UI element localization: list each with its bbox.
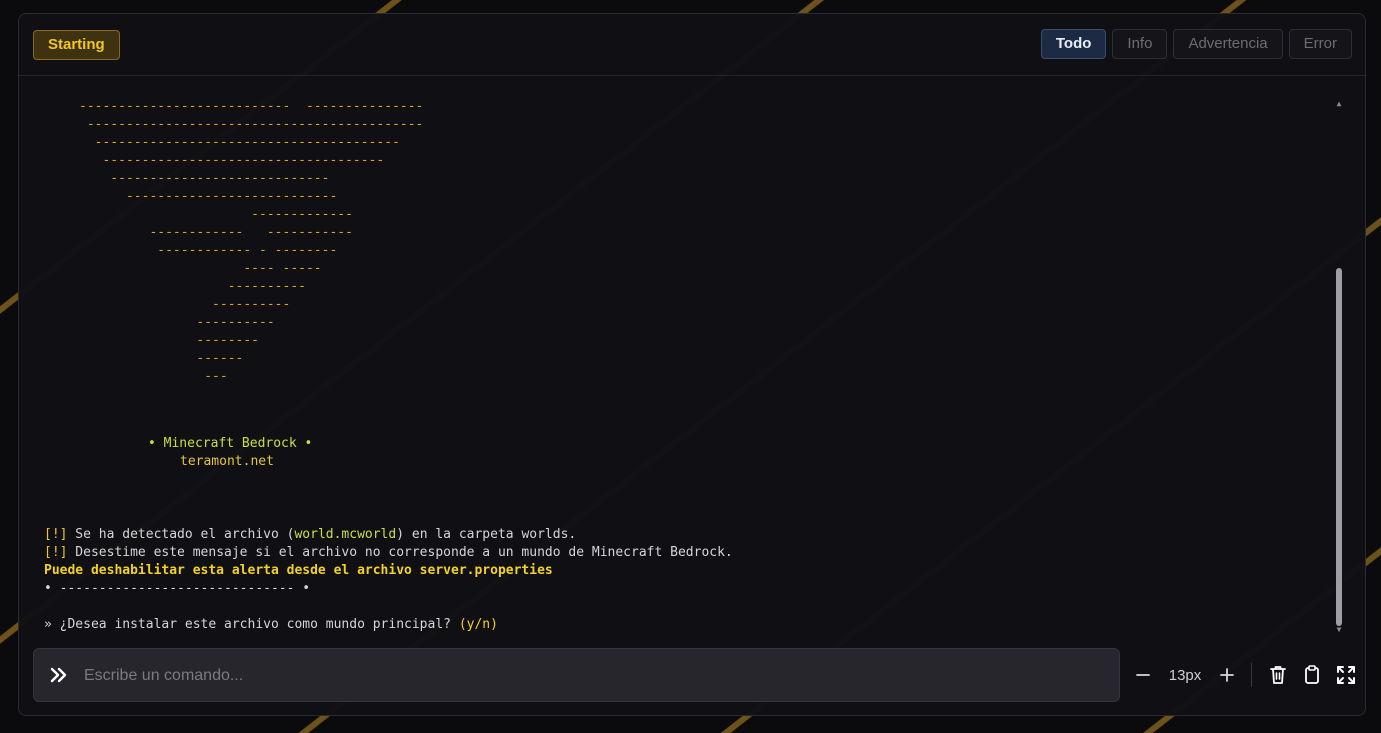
- install-prompt-line: » ¿Desea instalar este archivo como mund…: [44, 616, 498, 634]
- status-badge: Starting: [33, 30, 120, 60]
- expand-icon: [1337, 666, 1355, 684]
- scroll-up-icon[interactable]: ▲: [1335, 100, 1343, 108]
- ascii-logo: --------------------------- ------------…: [79, 99, 424, 384]
- scroll-down-icon[interactable]: ▼: [1335, 626, 1343, 634]
- log-text: Se ha detectado el archivo (: [67, 527, 295, 542]
- log-text: Desestime este mensaje si el archivo no …: [67, 545, 733, 560]
- console-scrollbar[interactable]: ▲ ▼: [1335, 100, 1343, 634]
- console-panel: Starting Todo Info Advertencia Error ---…: [18, 13, 1366, 716]
- file-name: world.mcworld: [294, 527, 397, 542]
- scrollbar-thumb[interactable]: [1336, 268, 1342, 626]
- command-input[interactable]: [82, 649, 1106, 703]
- log-text: ) en la carpeta worlds.: [396, 527, 577, 542]
- double-chevron-right-icon: [50, 667, 67, 683]
- console-tools: 13px: [1129, 661, 1360, 689]
- trash-icon: [1270, 666, 1286, 684]
- warning-tag: [!]: [44, 527, 68, 542]
- site-line: teramont.net: [180, 454, 274, 469]
- command-bar: 13px: [19, 648, 1365, 704]
- clear-console-button[interactable]: [1264, 661, 1292, 689]
- yes-no-hint: (y/n): [458, 617, 498, 632]
- filter-warning-button[interactable]: Advertencia: [1173, 29, 1283, 59]
- font-size-value: 13px: [1168, 666, 1202, 684]
- decrease-font-button[interactable]: [1129, 661, 1157, 689]
- log-filters: Todo Info Advertencia Error: [1040, 29, 1352, 59]
- command-input-wrapper[interactable]: [33, 648, 1120, 703]
- log-line: [!] Se ha detectado el archivo (world.mc…: [44, 526, 576, 544]
- brand-line: • Minecraft Bedrock •: [148, 436, 313, 451]
- clipboard-icon: [1305, 665, 1319, 684]
- copy-console-button[interactable]: [1298, 661, 1326, 689]
- log-text: » ¿Desea instalar este archivo como mund…: [44, 617, 459, 632]
- filter-error-button[interactable]: Error: [1288, 29, 1352, 59]
- console-output[interactable]: --------------------------- ------------…: [19, 76, 1365, 646]
- log-line: [!] Desestime este mensaje si el archivo…: [44, 544, 733, 562]
- filter-all-button[interactable]: Todo: [1040, 29, 1107, 59]
- fullscreen-button[interactable]: [1332, 661, 1360, 689]
- filter-info-button[interactable]: Info: [1112, 29, 1168, 59]
- minus-icon: [1136, 674, 1150, 676]
- increase-font-button[interactable]: [1213, 661, 1241, 689]
- plus-icon: [1220, 668, 1234, 682]
- console-header: Starting Todo Info Advertencia Error: [19, 14, 1365, 76]
- toolbar-divider: [1251, 663, 1252, 687]
- log-separator: • ------------------------------ •: [44, 581, 311, 596]
- log-line: Puede deshabilitar esta alerta desde el …: [44, 563, 553, 578]
- warning-tag: [!]: [44, 545, 68, 560]
